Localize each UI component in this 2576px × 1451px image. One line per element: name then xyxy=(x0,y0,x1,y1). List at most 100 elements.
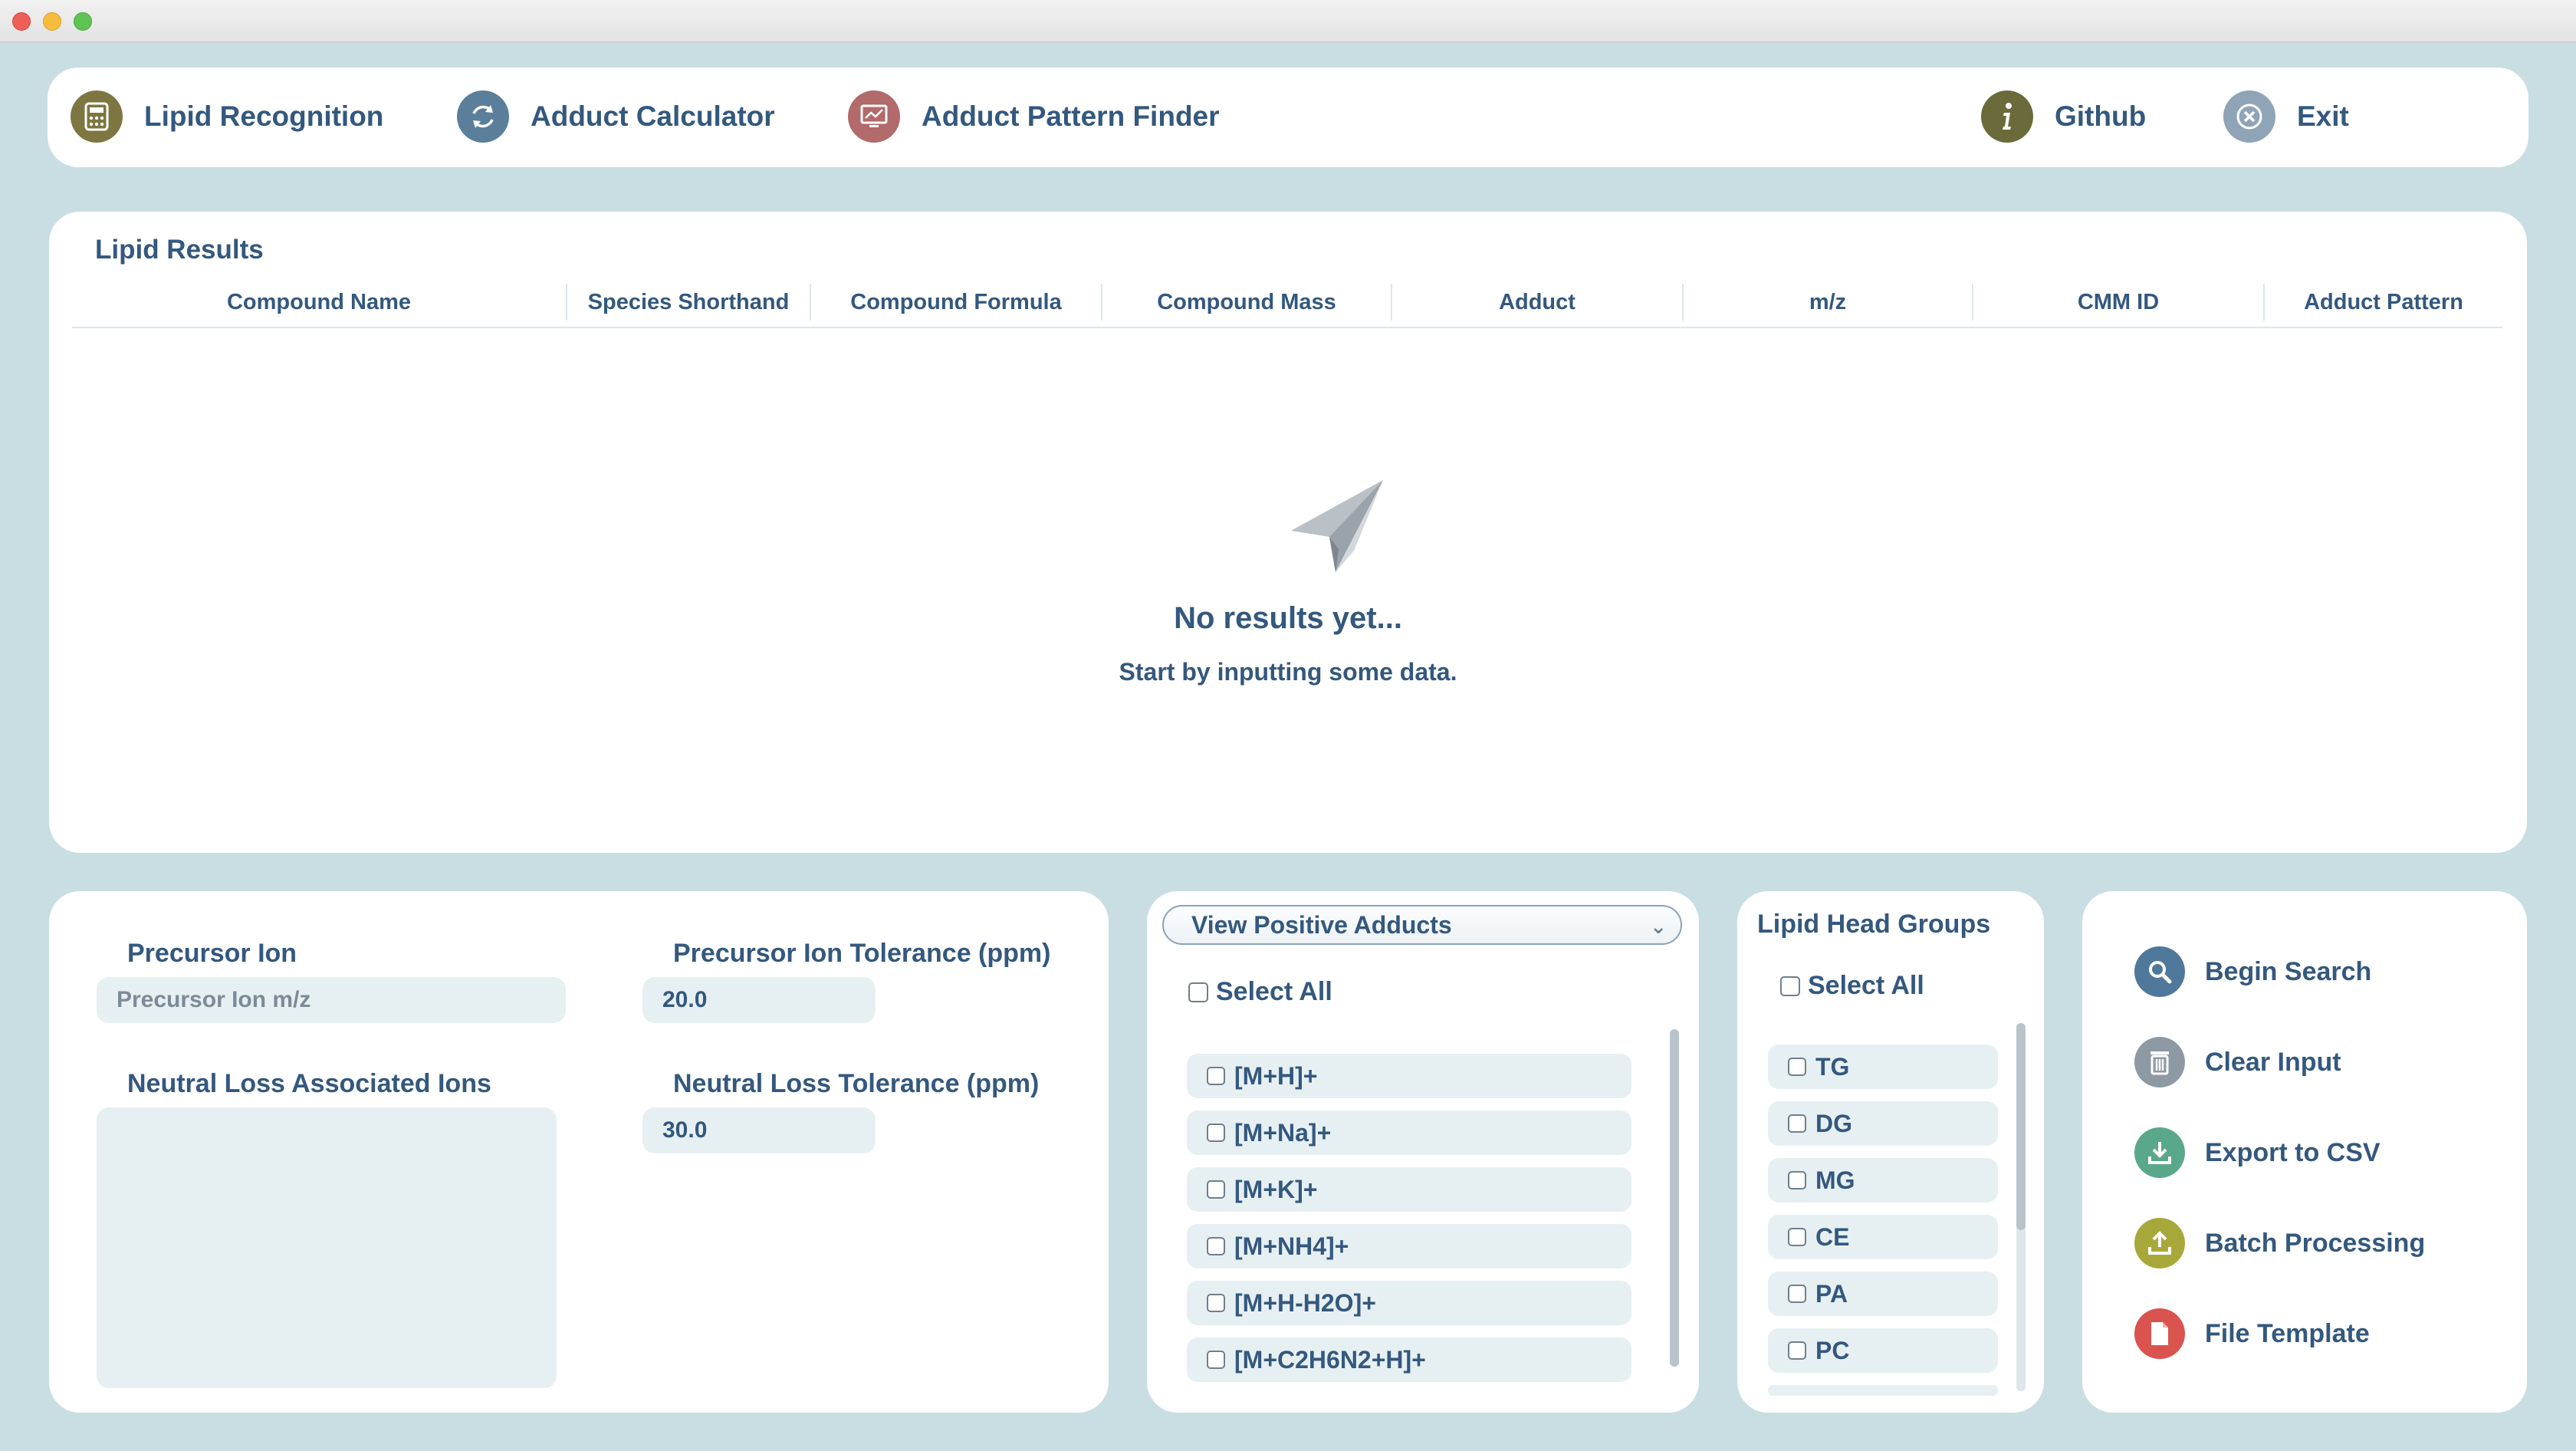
nav-exit[interactable]: Exit xyxy=(2223,89,2349,144)
adduct-checkbox-item[interactable]: [M+H]+ xyxy=(1187,1054,1631,1098)
checkbox[interactable] xyxy=(1207,1067,1225,1085)
nav-lipid-recognition[interactable]: Lipid Recognition xyxy=(71,89,383,144)
adducts-scrollbar[interactable] xyxy=(1670,1029,1679,1367)
action-label: File Template xyxy=(2205,1318,2370,1348)
action-label: Clear Input xyxy=(2205,1047,2341,1077)
checkbox[interactable] xyxy=(1788,1341,1806,1360)
begin-search-button[interactable]: Begin Search xyxy=(2134,945,2371,999)
head-group-checkbox-item[interactable]: PA xyxy=(1768,1272,1998,1316)
refresh-icon xyxy=(457,90,509,143)
adduct-label: [M+H-H2O]+ xyxy=(1234,1288,1376,1317)
adducts-select-all-checkbox[interactable]: Select All xyxy=(1188,977,1332,1007)
upload-icon xyxy=(2134,1218,2185,1268)
nav-adduct-pattern-finder[interactable]: Adduct Pattern Finder xyxy=(848,89,1220,144)
actions-panel: Begin Search Clear Input Export to CSV B… xyxy=(2082,891,2527,1413)
precursor-ion-input[interactable] xyxy=(97,977,566,1023)
clear-input-button[interactable]: Clear Input xyxy=(2134,1035,2341,1089)
head-group-checkbox-item[interactable]: MG xyxy=(1768,1158,1998,1203)
head-group-checkbox-item-partial[interactable] xyxy=(1768,1385,1998,1396)
adduct-label: [M+C2H6N2+H]+ xyxy=(1234,1345,1426,1374)
neutral-loss-tolerance-label: Neutral Loss Tolerance (ppm) xyxy=(673,1069,1040,1098)
nav-label: Adduct Pattern Finder xyxy=(922,100,1220,132)
action-label: Begin Search xyxy=(2205,956,2372,986)
adduct-label: [M+NH4]+ xyxy=(1234,1232,1349,1260)
checkbox[interactable] xyxy=(1788,1114,1806,1133)
checkbox[interactable] xyxy=(1207,1180,1225,1199)
column-header[interactable]: Adduct Pattern xyxy=(2263,284,2502,321)
info-icon xyxy=(1981,90,2033,143)
batch-processing-button[interactable]: Batch Processing xyxy=(2134,1216,2425,1270)
column-header[interactable]: Compound Name xyxy=(72,284,566,321)
column-header[interactable]: Compound Formula xyxy=(810,284,1101,321)
precursor-tolerance-input[interactable] xyxy=(642,977,876,1023)
adduct-checkbox-item[interactable]: [M+K]+ xyxy=(1187,1167,1631,1212)
neutral-loss-label: Neutral Loss Associated Ions xyxy=(127,1069,491,1098)
select-all-label: Select All xyxy=(1216,977,1332,1006)
file-template-button[interactable]: File Template xyxy=(2134,1307,2370,1361)
head-group-label: MG xyxy=(1815,1166,1855,1194)
column-header[interactable]: m/z xyxy=(1682,284,1972,321)
nav-label: Lipid Recognition xyxy=(144,100,384,132)
head-group-checkbox-item[interactable]: DG xyxy=(1768,1101,1998,1146)
nav-label: Exit xyxy=(2297,100,2349,132)
adduct-checkbox-item[interactable]: [M+H-H2O]+ xyxy=(1187,1281,1631,1325)
nav-label: Github xyxy=(2055,100,2147,132)
empty-state-subtitle: Start by inputting some data. xyxy=(1119,658,1457,686)
checkbox[interactable] xyxy=(1207,1124,1225,1142)
head-group-checkbox-item[interactable]: CE xyxy=(1768,1215,1998,1259)
minimize-window-button[interactable] xyxy=(43,12,61,31)
heads-select-all-checkbox[interactable]: Select All xyxy=(1780,971,1924,1001)
checkbox[interactable] xyxy=(1207,1294,1225,1312)
checkbox[interactable] xyxy=(1788,1171,1806,1189)
head-group-label: CE xyxy=(1815,1222,1850,1251)
checkbox[interactable] xyxy=(1788,1058,1806,1076)
file-icon xyxy=(2134,1308,2185,1359)
neutral-loss-ions-textarea[interactable] xyxy=(97,1107,557,1388)
paper-plane-icon xyxy=(1291,480,1383,572)
results-title: Lipid Results xyxy=(95,235,264,265)
search-icon xyxy=(2134,946,2185,997)
adduct-polarity-dropdown[interactable]: View Positive Adducts ⌄ xyxy=(1162,905,1682,945)
close-window-button[interactable] xyxy=(12,12,31,31)
checkbox[interactable] xyxy=(1207,1237,1225,1255)
scrollbar-thumb[interactable] xyxy=(1670,1029,1679,1367)
checkbox[interactable] xyxy=(1788,1228,1806,1246)
head-group-checkbox-item[interactable]: PC xyxy=(1768,1328,1998,1373)
lipid-head-groups-title: Lipid Head Groups xyxy=(1757,910,1991,939)
column-header[interactable]: Species Shorthand xyxy=(566,284,810,321)
action-label: Batch Processing xyxy=(2205,1228,2426,1258)
adduct-checkbox-item[interactable]: [M+Na]+ xyxy=(1187,1110,1631,1155)
empty-state-title: No results yet... xyxy=(1174,601,1402,635)
head-group-label: DG xyxy=(1815,1109,1852,1137)
results-table-header: Compound Name Species Shorthand Compound… xyxy=(72,284,2502,328)
checkbox[interactable] xyxy=(1780,976,1800,996)
scrollbar-thumb[interactable] xyxy=(2016,1023,2026,1230)
close-icon xyxy=(2223,90,2275,143)
neutral-loss-tolerance-input[interactable] xyxy=(642,1107,876,1153)
search-input-panel: Precursor Ion Precursor Ion Tolerance (p… xyxy=(49,891,1109,1413)
nav-adduct-calculator[interactable]: Adduct Calculator xyxy=(457,89,775,144)
top-navigation: Lipid Recognition Adduct Calculator Addu… xyxy=(48,67,2528,167)
zoom-window-button[interactable] xyxy=(74,12,92,31)
adduct-checkbox-item[interactable]: [M+C2H6N2+H]+ xyxy=(1187,1337,1631,1382)
checkbox[interactable] xyxy=(1788,1285,1806,1303)
adducts-panel: View Positive Adducts ⌄ Select All [M+H]… xyxy=(1147,891,1699,1413)
chevron-down-icon: ⌄ xyxy=(1650,915,1667,938)
adduct-checkbox-item[interactable]: [M+NH4]+ xyxy=(1187,1224,1631,1268)
nav-github[interactable]: Github xyxy=(1981,89,2146,144)
checkbox[interactable] xyxy=(1207,1351,1225,1369)
column-header[interactable]: Compound Mass xyxy=(1101,284,1391,321)
export-csv-button[interactable]: Export to CSV xyxy=(2134,1126,2380,1180)
action-label: Export to CSV xyxy=(2205,1137,2380,1167)
column-header[interactable]: CMM ID xyxy=(1972,284,2263,321)
precursor-ion-label: Precursor Ion xyxy=(127,939,297,968)
head-group-label: PC xyxy=(1815,1336,1850,1364)
head-groups-scrollbar[interactable] xyxy=(2016,1023,2026,1391)
checkbox[interactable] xyxy=(1188,982,1208,1002)
head-group-checkbox-item[interactable]: TG xyxy=(1768,1045,1998,1089)
lipid-results-panel: Lipid Results Compound Name Species Shor… xyxy=(49,212,2527,853)
column-header[interactable]: Adduct xyxy=(1391,284,1682,321)
nav-label: Adduct Calculator xyxy=(531,100,775,132)
calculator-icon xyxy=(71,90,123,143)
head-group-label: TG xyxy=(1815,1052,1850,1081)
